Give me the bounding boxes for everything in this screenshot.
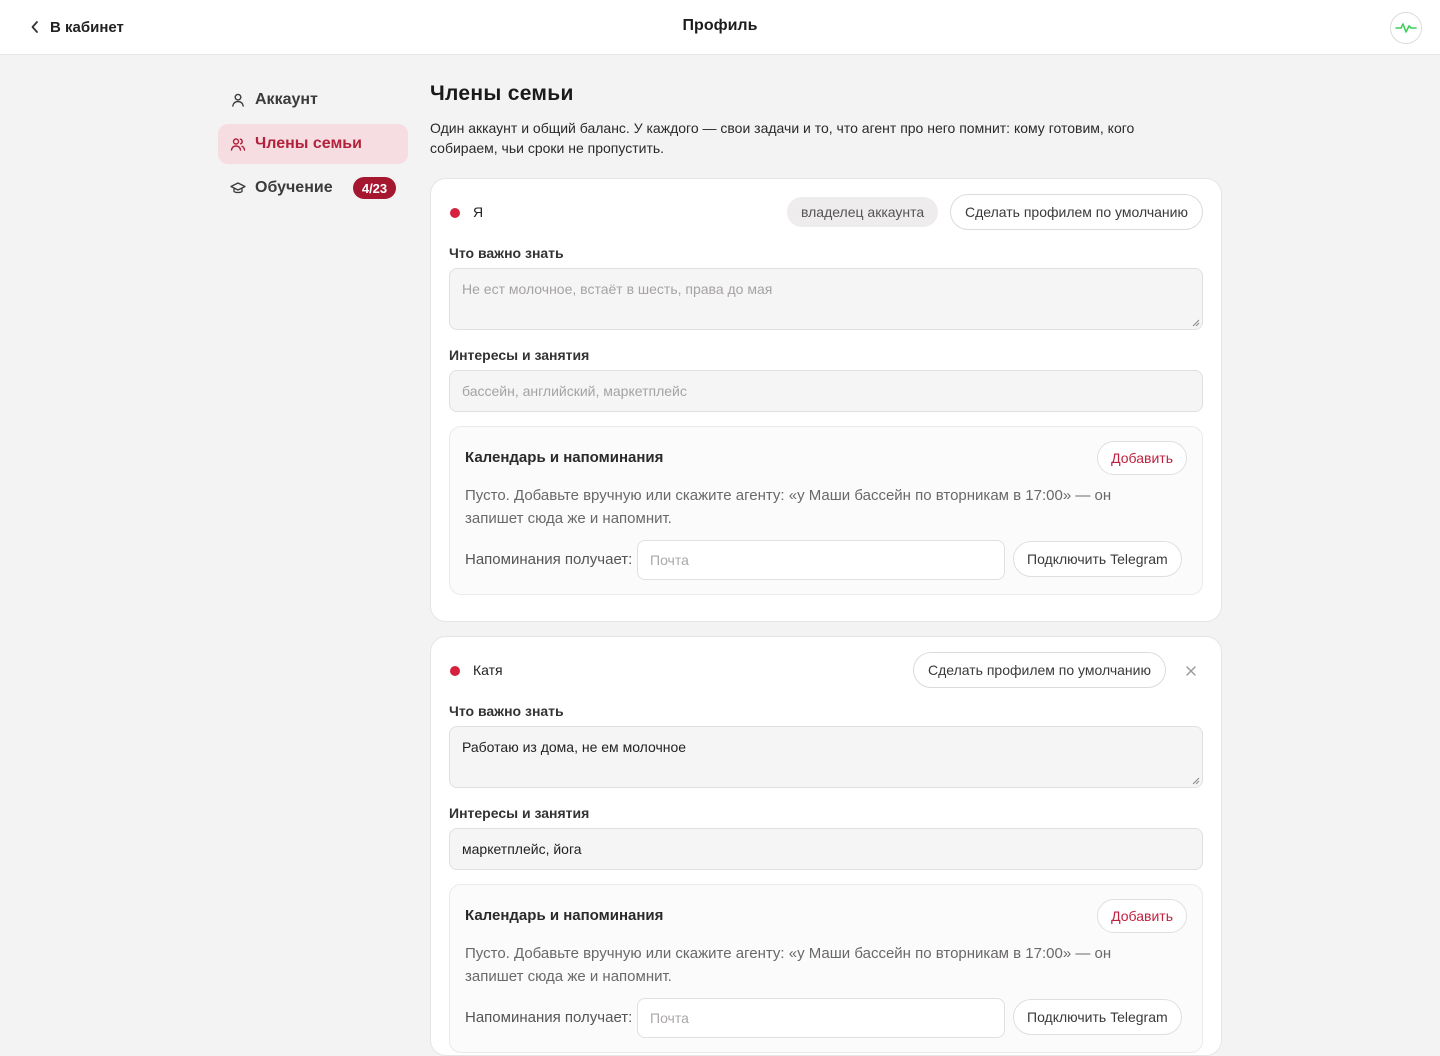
sidebar-item-label: Аккаунт	[255, 91, 318, 108]
important-label: Что важно знать	[449, 703, 564, 719]
add-reminder-button[interactable]: Добавить	[1097, 441, 1187, 475]
calendar-empty-text: Пусто. Добавьте вручную или скажите аген…	[465, 487, 1112, 527]
interests-input[interactable]: маркетплейс, йога	[449, 828, 1203, 870]
sidebar-item-family[interactable]: Члены семьи	[218, 124, 408, 164]
owner-badge: владелец аккаунта	[787, 197, 939, 227]
make-default-button[interactable]: Сделать профилем по умолчанию	[949, 194, 1203, 230]
sidebar-item-learning[interactable]: Обучение 4/23	[218, 168, 408, 208]
calendar-panel: Календарь и напоминания Добавить Пусто. …	[449, 884, 1203, 1053]
top-bar: В кабинет Профиль	[0, 0, 1440, 55]
email-field[interactable]: Почта	[637, 540, 1005, 580]
member-card: Я владелец аккаунта Сделать профилем по …	[430, 178, 1222, 622]
user-icon	[230, 92, 246, 108]
important-label: Что важно знать	[449, 245, 564, 261]
sidebar-item-label: Члены семьи	[255, 135, 362, 152]
main-content: Члены семьи Один аккаунт и общий баланс.…	[430, 80, 1222, 1056]
member-color-dot	[450, 666, 460, 676]
connect-telegram-button[interactable]: Подключить Telegram	[1013, 541, 1182, 577]
interests-placeholder: бассейн, английский, маркетплейс	[462, 383, 687, 399]
section-title: Члены семьи	[430, 82, 574, 105]
calendar-title: Календарь и напоминания	[465, 907, 664, 924]
progress-badge: 4/23	[353, 177, 396, 199]
make-default-button[interactable]: Сделать профилем по умолчанию	[912, 652, 1166, 688]
member-name: Я	[473, 204, 484, 220]
graduation-cap-icon	[230, 180, 246, 196]
close-icon[interactable]	[1181, 661, 1201, 681]
interests-label: Интересы и занятия	[449, 347, 590, 363]
member-card-header: Я владелец аккаунта Сделать профилем по …	[449, 194, 1203, 231]
interests-label: Интересы и занятия	[449, 805, 590, 821]
reminders-label: Напоминания получает:	[465, 551, 633, 568]
calendar-empty-text: Пусто. Добавьте вручную или скажите аген…	[465, 945, 1112, 985]
section-description: Один аккаунт и общий баланс. У каждого —…	[430, 120, 1135, 156]
page-title: Профиль	[682, 17, 758, 34]
reminders-row: Напоминания получает: Почта Подключить T…	[465, 998, 1187, 1038]
pulse-icon[interactable]	[1390, 12, 1422, 44]
interests-input[interactable]: бассейн, английский, маркетплейс	[449, 370, 1203, 412]
calendar-title: Календарь и напоминания	[465, 449, 664, 466]
sidebar: Аккаунт Члены семьи Обучение 4/23	[218, 80, 408, 212]
interests-value: маркетплейс, йога	[462, 841, 582, 857]
important-value: Работаю из дома, не ем молочное	[462, 739, 687, 755]
important-placeholder: Не ест молочное, встаёт в шесть, права д…	[462, 281, 773, 297]
email-field[interactable]: Почта	[637, 998, 1005, 1038]
member-color-dot	[450, 208, 460, 218]
users-icon	[230, 136, 246, 152]
add-reminder-button[interactable]: Добавить	[1097, 899, 1187, 933]
email-placeholder: Почта	[650, 552, 689, 568]
email-placeholder: Почта	[650, 1010, 689, 1026]
sidebar-item-account[interactable]: Аккаунт	[218, 80, 408, 120]
important-textarea[interactable]: Работаю из дома, не ем молочное	[449, 726, 1203, 788]
important-textarea[interactable]: Не ест молочное, встаёт в шесть, права д…	[449, 268, 1203, 330]
member-name: Катя	[473, 662, 503, 678]
connect-telegram-button[interactable]: Подключить Telegram	[1013, 999, 1182, 1035]
member-card-header: Катя Сделать профилем по умолчанию	[449, 652, 1203, 689]
resize-grip-icon[interactable]	[1192, 319, 1200, 327]
calendar-panel: Календарь и напоминания Добавить Пусто. …	[449, 426, 1203, 595]
reminders-label: Напоминания получает:	[465, 1009, 633, 1026]
member-card: Катя Сделать профилем по умолчанию Что в…	[430, 636, 1222, 1056]
sidebar-item-label: Обучение	[255, 179, 333, 196]
resize-grip-icon[interactable]	[1192, 777, 1200, 785]
reminders-row: Напоминания получает: Почта Подключить T…	[465, 540, 1187, 580]
